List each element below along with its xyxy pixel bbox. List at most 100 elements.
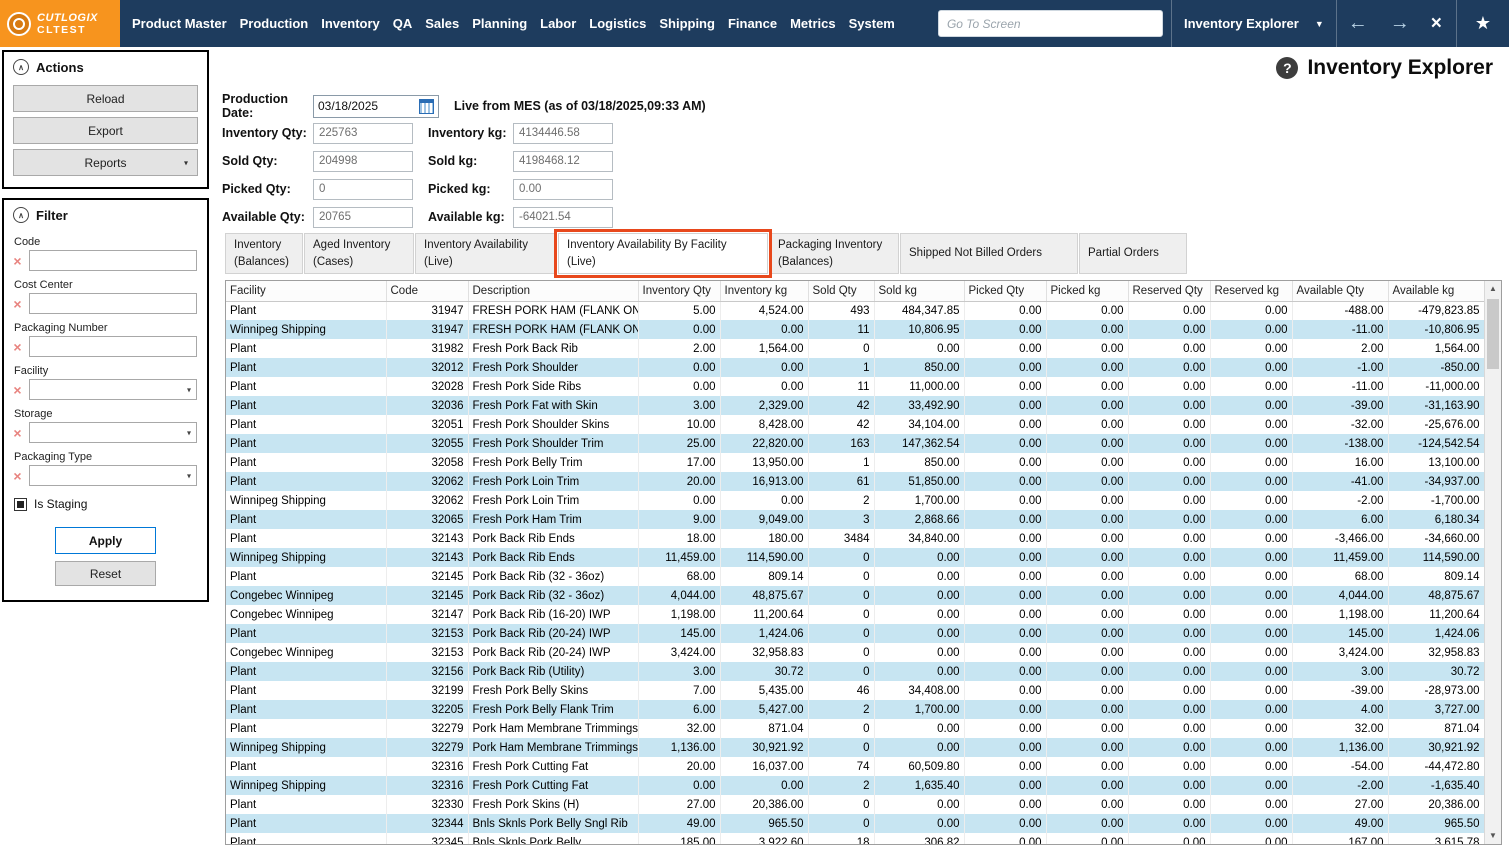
help-icon[interactable]: ?: [1276, 57, 1298, 79]
close-icon[interactable]: ×: [1421, 0, 1452, 47]
clear-packaging-type-icon[interactable]: ×: [11, 469, 24, 483]
column-header-inventory-kg[interactable]: Inventory kg: [720, 281, 808, 301]
table-row[interactable]: Winnipeg Shipping32316Fresh Pork Cutting…: [226, 776, 1484, 795]
table-row[interactable]: Plant32199Fresh Pork Belly Skins7.005,43…: [226, 681, 1484, 700]
tab-packaging-inventory-balances[interactable]: Packaging Inventory (Balances): [769, 233, 899, 274]
tab-inventory-availability-by-facility-live[interactable]: Inventory Availability By Facility (Live…: [558, 233, 768, 274]
table-row[interactable]: Plant32065Fresh Pork Ham Trim9.009,049.0…: [226, 510, 1484, 529]
filter-select-facility[interactable]: ▾: [29, 379, 197, 400]
column-header-sold-kg[interactable]: Sold kg: [874, 281, 964, 301]
tab-aged-inventory-cases[interactable]: Aged Inventory (Cases): [304, 233, 414, 274]
tab-inventory-balances[interactable]: Inventory (Balances): [225, 233, 303, 274]
nav-item-logistics[interactable]: Logistics: [585, 10, 650, 37]
table-row[interactable]: Plant32205Fresh Pork Belly Flank Trim6.0…: [226, 700, 1484, 719]
clear-packaging-number-icon[interactable]: ×: [11, 340, 24, 354]
is-staging-row[interactable]: Is Staging: [14, 497, 207, 511]
table-row[interactable]: Plant32028Fresh Pork Side Ribs0.000.0011…: [226, 377, 1484, 396]
table-cell: -479,823.85: [1388, 301, 1484, 320]
apply-button[interactable]: Apply: [55, 527, 156, 554]
nav-item-product-master[interactable]: Product Master: [128, 10, 231, 37]
clear-code-icon[interactable]: ×: [11, 254, 24, 268]
calendar-icon[interactable]: [419, 99, 434, 114]
filter-panel-header[interactable]: ∧ Filter: [4, 200, 207, 228]
nav-item-labor[interactable]: Labor: [536, 10, 580, 37]
nav-item-sales[interactable]: Sales: [421, 10, 463, 37]
nav-item-inventory[interactable]: Inventory: [317, 10, 384, 37]
table-row[interactable]: Plant32143Pork Back Rib Ends18.00180.003…: [226, 529, 1484, 548]
column-header-reserved-kg[interactable]: Reserved kg: [1210, 281, 1292, 301]
column-header-sold-qty[interactable]: Sold Qty: [808, 281, 874, 301]
column-header-picked-qty[interactable]: Picked Qty: [964, 281, 1046, 301]
go-to-screen-input[interactable]: [938, 10, 1163, 37]
table-row[interactable]: Winnipeg Shipping32062Fresh Pork Loin Tr…: [226, 491, 1484, 510]
table-row[interactable]: Plant32012Fresh Pork Shoulder0.000.00185…: [226, 358, 1484, 377]
table-row[interactable]: Plant31947FRESH PORK HAM (FLANK ON5.004,…: [226, 301, 1484, 320]
table-row[interactable]: Plant32055Fresh Pork Shoulder Trim25.002…: [226, 434, 1484, 453]
column-header-code[interactable]: Code: [386, 281, 468, 301]
production-date-input[interactable]: 03/18/2025: [313, 95, 439, 118]
table-row[interactable]: Plant32058Fresh Pork Belly Trim17.0013,9…: [226, 453, 1484, 472]
clear-cost-center-icon[interactable]: ×: [11, 297, 24, 311]
column-header-available-kg[interactable]: Available kg: [1388, 281, 1484, 301]
table-row[interactable]: Plant32036Fresh Pork Fat with Skin3.002,…: [226, 396, 1484, 415]
nav-item-metrics[interactable]: Metrics: [786, 10, 840, 37]
table-row[interactable]: Plant32279Pork Ham Membrane Trimmings32.…: [226, 719, 1484, 738]
nav-item-qa[interactable]: QA: [389, 10, 417, 37]
back-arrow-icon[interactable]: ←: [1337, 0, 1379, 47]
column-header-reserved-qty[interactable]: Reserved Qty: [1128, 281, 1210, 301]
vertical-scrollbar[interactable]: ▲ ▼: [1484, 281, 1501, 844]
screen-selector-dropdown[interactable]: Inventory Explorer ▼: [1171, 0, 1337, 47]
tab-shipped-not-billed-orders[interactable]: Shipped Not Billed Orders: [900, 233, 1078, 274]
nav-item-finance[interactable]: Finance: [724, 10, 781, 37]
filter-input-code[interactable]: [29, 250, 197, 271]
table-row[interactable]: Winnipeg Shipping32143Pork Back Rib Ends…: [226, 548, 1484, 567]
table-row[interactable]: Plant32062Fresh Pork Loin Trim20.0016,91…: [226, 472, 1484, 491]
is-staging-checkbox[interactable]: [14, 498, 27, 511]
table-row[interactable]: Plant32156Pork Back Rib (Utility)3.0030.…: [226, 662, 1484, 681]
reset-button[interactable]: Reset: [55, 561, 156, 586]
column-header-picked-kg[interactable]: Picked kg: [1046, 281, 1128, 301]
table-row[interactable]: Plant32330Fresh Pork Skins (H)27.0020,38…: [226, 795, 1484, 814]
export-button[interactable]: Export: [13, 117, 198, 144]
table-row[interactable]: Congebec Winnipeg32147Pork Back Rib (16-…: [226, 605, 1484, 624]
table-row[interactable]: Plant32153Pork Back Rib (20-24) IWP145.0…: [226, 624, 1484, 643]
table-cell: 49.00: [638, 814, 720, 833]
nav-item-system[interactable]: System: [845, 10, 899, 37]
table-row[interactable]: Plant32145Pork Back Rib (32 - 36oz)68.00…: [226, 567, 1484, 586]
table-row[interactable]: Winnipeg Shipping32279Pork Ham Membrane …: [226, 738, 1484, 757]
filter-select-packaging-type[interactable]: ▾: [29, 465, 197, 486]
forward-arrow-icon[interactable]: →: [1379, 0, 1421, 47]
table-row[interactable]: Plant32344Bnls Sknls Pork Belly Sngl Rib…: [226, 814, 1484, 833]
table-row[interactable]: Plant32345Bnls Sknls Pork Belly185.003,9…: [226, 833, 1484, 845]
favorite-star-icon[interactable]: ★: [1456, 0, 1509, 47]
table-row[interactable]: Plant31982Fresh Pork Back Rib2.001,564.0…: [226, 339, 1484, 358]
table-row[interactable]: Congebec Winnipeg32145Pork Back Rib (32 …: [226, 586, 1484, 605]
clear-storage-icon[interactable]: ×: [11, 426, 24, 440]
table-row[interactable]: Winnipeg Shipping31947FRESH PORK HAM (FL…: [226, 320, 1484, 339]
nav-item-shipping[interactable]: Shipping: [655, 10, 719, 37]
table-row[interactable]: Plant32316Fresh Pork Cutting Fat20.0016,…: [226, 757, 1484, 776]
filter-input-packaging-number[interactable]: [29, 336, 197, 357]
clear-facility-icon[interactable]: ×: [11, 383, 24, 397]
nav-item-production[interactable]: Production: [236, 10, 313, 37]
tab-inventory-availability-live[interactable]: Inventory Availability (Live): [415, 233, 557, 274]
scroll-down-icon[interactable]: ▼: [1485, 828, 1501, 844]
column-header-facility[interactable]: Facility: [226, 281, 386, 301]
nav-item-planning[interactable]: Planning: [468, 10, 531, 37]
tab-partial-orders[interactable]: Partial Orders: [1079, 233, 1187, 274]
column-header-available-qty[interactable]: Available Qty: [1292, 281, 1388, 301]
collapse-up-icon[interactable]: ∧: [13, 207, 29, 223]
column-header-description[interactable]: Description: [468, 281, 638, 301]
reports-button[interactable]: Reports ▾: [13, 149, 198, 176]
column-header-inventory-qty[interactable]: Inventory Qty: [638, 281, 720, 301]
filter-select-storage[interactable]: ▾: [29, 422, 197, 443]
reload-button[interactable]: Reload: [13, 85, 198, 112]
brand-logo[interactable]: CUTLOGIX CLTEST: [0, 0, 120, 47]
scrollbar-thumb[interactable]: [1487, 299, 1499, 369]
scroll-up-icon[interactable]: ▲: [1485, 281, 1501, 297]
filter-input-cost-center[interactable]: [29, 293, 197, 314]
table-row[interactable]: Congebec Winnipeg32153Pork Back Rib (20-…: [226, 643, 1484, 662]
collapse-up-icon[interactable]: ∧: [13, 59, 29, 75]
table-row[interactable]: Plant32051Fresh Pork Shoulder Skins10.00…: [226, 415, 1484, 434]
actions-panel-header[interactable]: ∧ Actions: [4, 52, 207, 80]
